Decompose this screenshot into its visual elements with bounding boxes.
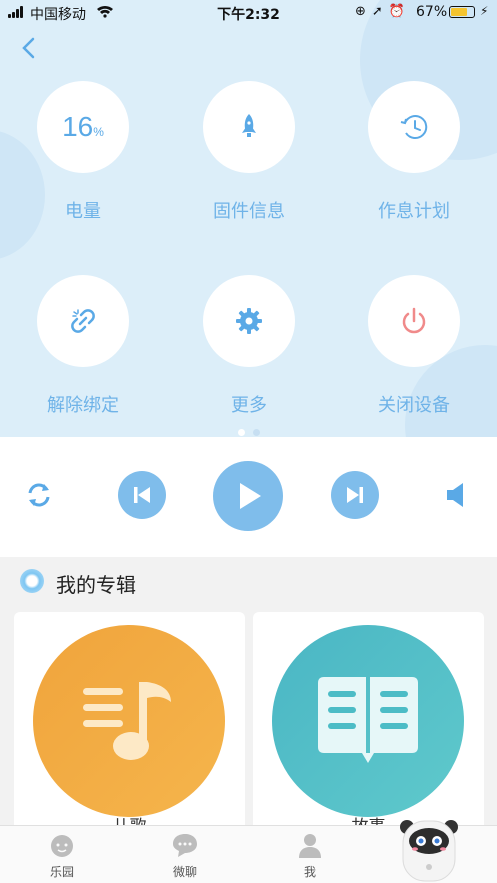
firmware-item[interactable]: 固件信息 (179, 81, 319, 223)
status-bar: 中国移动 下午2:32 ⊕➚⏰ 67% ⚡ (0, 0, 497, 24)
robot-mascot-button[interactable] (397, 815, 461, 883)
charging-icon: ⚡ (480, 4, 489, 18)
tab-label: 我 (303, 865, 316, 879)
play-icon (240, 483, 261, 509)
next-button[interactable] (331, 471, 379, 519)
skip-next-icon (347, 487, 363, 503)
repeat-icon (28, 483, 50, 507)
clock-refresh-icon (400, 115, 428, 140)
tab-park[interactable]: 乐园 (27, 832, 97, 880)
unbind-circle[interactable] (37, 275, 129, 367)
baby-face-icon (51, 835, 73, 857)
page-indicator (0, 421, 497, 437)
alarm-icon: ⏰ (388, 4, 411, 19)
battery-level-value: 16% (62, 111, 104, 142)
unbind-item[interactable]: 解除绑定 (13, 275, 153, 417)
battery-circle[interactable]: 16% (37, 81, 129, 173)
book-icon (318, 677, 418, 763)
firmware-label: 固件信息 (213, 201, 285, 222)
play-button[interactable] (213, 461, 283, 531)
battery-label: 电量 (65, 201, 101, 222)
more-item[interactable]: 更多 (179, 275, 319, 417)
firmware-circle[interactable] (203, 81, 295, 173)
speaker-icon (447, 483, 463, 507)
albums-section: 我的专辑 儿歌 (0, 557, 497, 842)
album-card-stories[interactable]: 故事 (253, 612, 484, 842)
tab-me[interactable]: 我 (275, 832, 345, 880)
schedule-item[interactable]: 作息计划 (344, 81, 484, 223)
back-button[interactable] (18, 36, 42, 60)
media-player (0, 437, 497, 557)
album-cover (33, 625, 225, 817)
shutdown-item[interactable]: 关闭设备 (344, 275, 484, 417)
repeat-button[interactable] (22, 478, 56, 516)
more-label: 更多 (231, 395, 267, 416)
tab-label: 乐园 (49, 865, 74, 879)
unbind-label: 解除绑定 (47, 395, 119, 416)
chat-icon (173, 834, 197, 857)
battery-icon (449, 6, 475, 18)
tab-chat[interactable]: 微聊 (150, 832, 220, 880)
rotation-lock-icon: ⊕ (355, 4, 372, 19)
tab-label: 微聊 (172, 865, 197, 879)
music-note-icon (83, 682, 171, 760)
panda-robot-icon (400, 820, 458, 882)
chevron-left-icon (22, 37, 35, 59)
battery-percent: 67% (416, 4, 448, 20)
rocket-icon (242, 114, 256, 137)
gear-icon (236, 308, 262, 334)
location-icon: ➚ (371, 4, 389, 19)
page-dot[interactable] (252, 429, 260, 436)
broken-link-icon (71, 309, 95, 333)
volume-button[interactable] (444, 481, 470, 513)
shutdown-label: 关闭设备 (378, 395, 450, 416)
device-control-panel: 16% 电量 固件信息 作息计划 解除绑定 更多 关闭设备 (0, 0, 497, 437)
album-card-songs[interactable]: 儿歌 (14, 612, 245, 842)
schedule-circle[interactable] (368, 81, 460, 173)
album-cover (272, 625, 464, 817)
more-circle[interactable] (203, 275, 295, 367)
page-dot-active[interactable] (237, 429, 245, 436)
album-section-icon (20, 569, 44, 593)
albums-title: 我的专辑 (56, 573, 136, 597)
previous-button[interactable] (118, 471, 166, 519)
status-icons: ⊕➚⏰ (355, 4, 411, 19)
shutdown-circle[interactable] (368, 275, 460, 367)
power-icon (402, 307, 426, 334)
battery-item[interactable]: 16% 电量 (13, 81, 153, 223)
skip-previous-icon (134, 487, 150, 503)
schedule-label: 作息计划 (378, 201, 450, 222)
person-icon (299, 834, 321, 858)
